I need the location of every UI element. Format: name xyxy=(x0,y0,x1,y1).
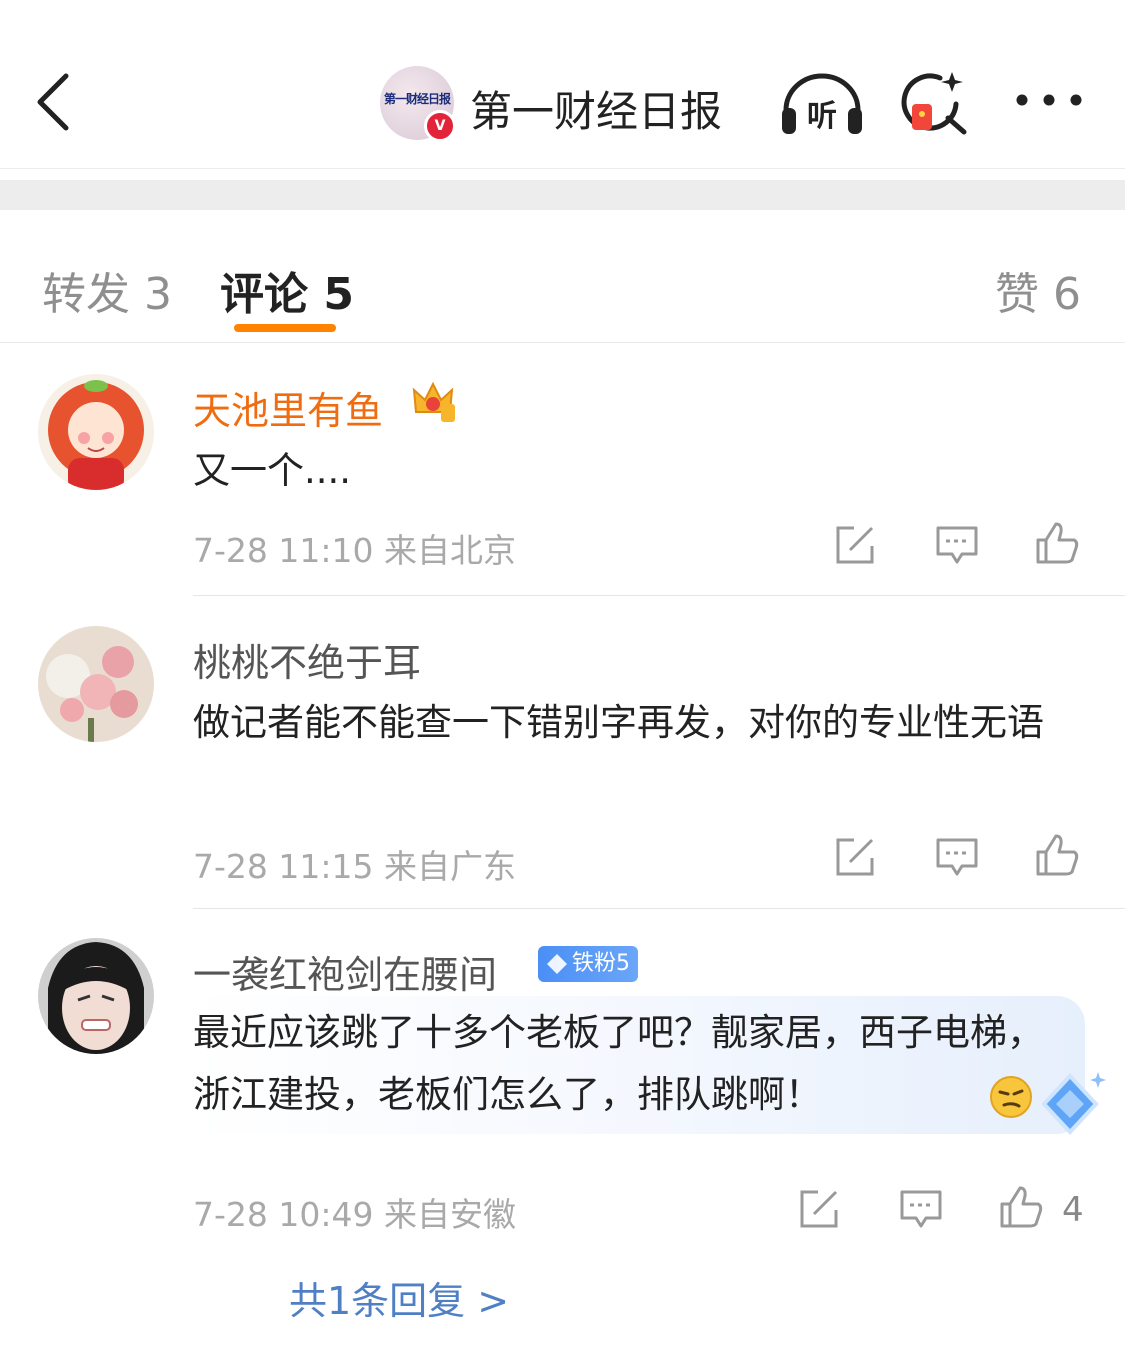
crown-level-icon xyxy=(412,381,455,422)
share-icon[interactable] xyxy=(832,522,878,568)
share-icon[interactable] xyxy=(796,1186,842,1232)
reply-icon[interactable] xyxy=(934,522,980,568)
tab-comments[interactable]: 评论 5 xyxy=(220,258,354,322)
tab-bar: 转发 3 评论 5 赞 6 xyxy=(0,210,1125,343)
account-avatar[interactable]: 第一财经日报 V xyxy=(380,66,456,142)
section-separator xyxy=(0,180,1125,210)
like-icon[interactable] xyxy=(1034,832,1080,878)
username[interactable]: 一袭红袍剑在腰间 xyxy=(193,944,497,999)
comment-meta: 7-28 11:15 来自广东 xyxy=(193,840,516,888)
more-icon[interactable] xyxy=(1014,88,1084,112)
view-replies-link[interactable]: 共1条回复 > xyxy=(289,1270,509,1325)
comment-time: 7-28 11:15 xyxy=(193,847,374,886)
like-count: 4 xyxy=(1062,1190,1084,1230)
thinking-emoji xyxy=(990,1076,1032,1118)
comment-location: 来自广东 xyxy=(384,847,516,886)
top-bar: 第一财经日报 V 第一财经日报 听 xyxy=(0,0,1125,169)
listen-headphones-icon[interactable]: 听 xyxy=(778,70,866,136)
comment-text: 做记者能不能查一下错别字再发，对你的专业性无语 xyxy=(193,701,1044,744)
avatar-girl-illustration xyxy=(38,374,154,490)
reply-icon[interactable] xyxy=(934,834,980,880)
comment-meta: 7-28 11:10 来自北京 xyxy=(193,524,516,572)
avatar-roses-photo xyxy=(38,626,154,742)
tab-likes[interactable]: 赞 6 xyxy=(995,258,1081,322)
search-redpacket-icon[interactable] xyxy=(900,68,970,136)
username[interactable]: 桃桃不绝于耳 xyxy=(193,632,421,687)
fan-badge-label: 铁粉5 xyxy=(572,951,630,976)
comment-meta: 7-28 10:49 来自安徽 xyxy=(193,1188,516,1236)
divider xyxy=(193,595,1125,596)
comment-text: 最近应该跳了十多个老板了吧？靓家居，西子电梯，浙江建投，老板们怎么了，排队跳啊！ xyxy=(193,1011,1044,1116)
divider xyxy=(193,908,1125,909)
tab-repost[interactable]: 转发 3 xyxy=(42,258,172,322)
fan-diamond-decoration-icon xyxy=(1041,1072,1106,1135)
diamond-icon xyxy=(547,954,567,974)
like-icon[interactable] xyxy=(1034,520,1080,566)
comment-time: 7-28 11:10 xyxy=(193,531,374,570)
avatar[interactable] xyxy=(38,626,154,742)
comment-location: 来自北京 xyxy=(384,531,516,570)
account-name[interactable]: 第一财经日报 xyxy=(470,78,722,139)
reply-icon[interactable] xyxy=(898,1186,944,1232)
like-icon[interactable] xyxy=(998,1184,1044,1230)
comment-bubble: 最近应该跳了十多个老板了吧？靓家居，西子电梯，浙江建投，老板们怎么了，排队跳啊！ xyxy=(0,996,1125,1136)
verified-badge: V xyxy=(424,110,456,142)
avatar[interactable] xyxy=(38,374,154,490)
fan-badge: 铁粉5 xyxy=(538,946,638,982)
share-icon[interactable] xyxy=(832,834,878,880)
listen-label: 听 xyxy=(807,99,837,134)
account-logo-text: 第一财经日报 xyxy=(383,92,451,106)
back-arrow-icon[interactable] xyxy=(30,70,80,134)
active-tab-indicator xyxy=(234,324,336,332)
comment-text: 又一个.... xyxy=(193,449,352,492)
comment-location: 来自安徽 xyxy=(384,1195,516,1234)
username[interactable]: 天池里有鱼 xyxy=(193,380,383,435)
comment-time: 7-28 10:49 xyxy=(193,1195,374,1234)
